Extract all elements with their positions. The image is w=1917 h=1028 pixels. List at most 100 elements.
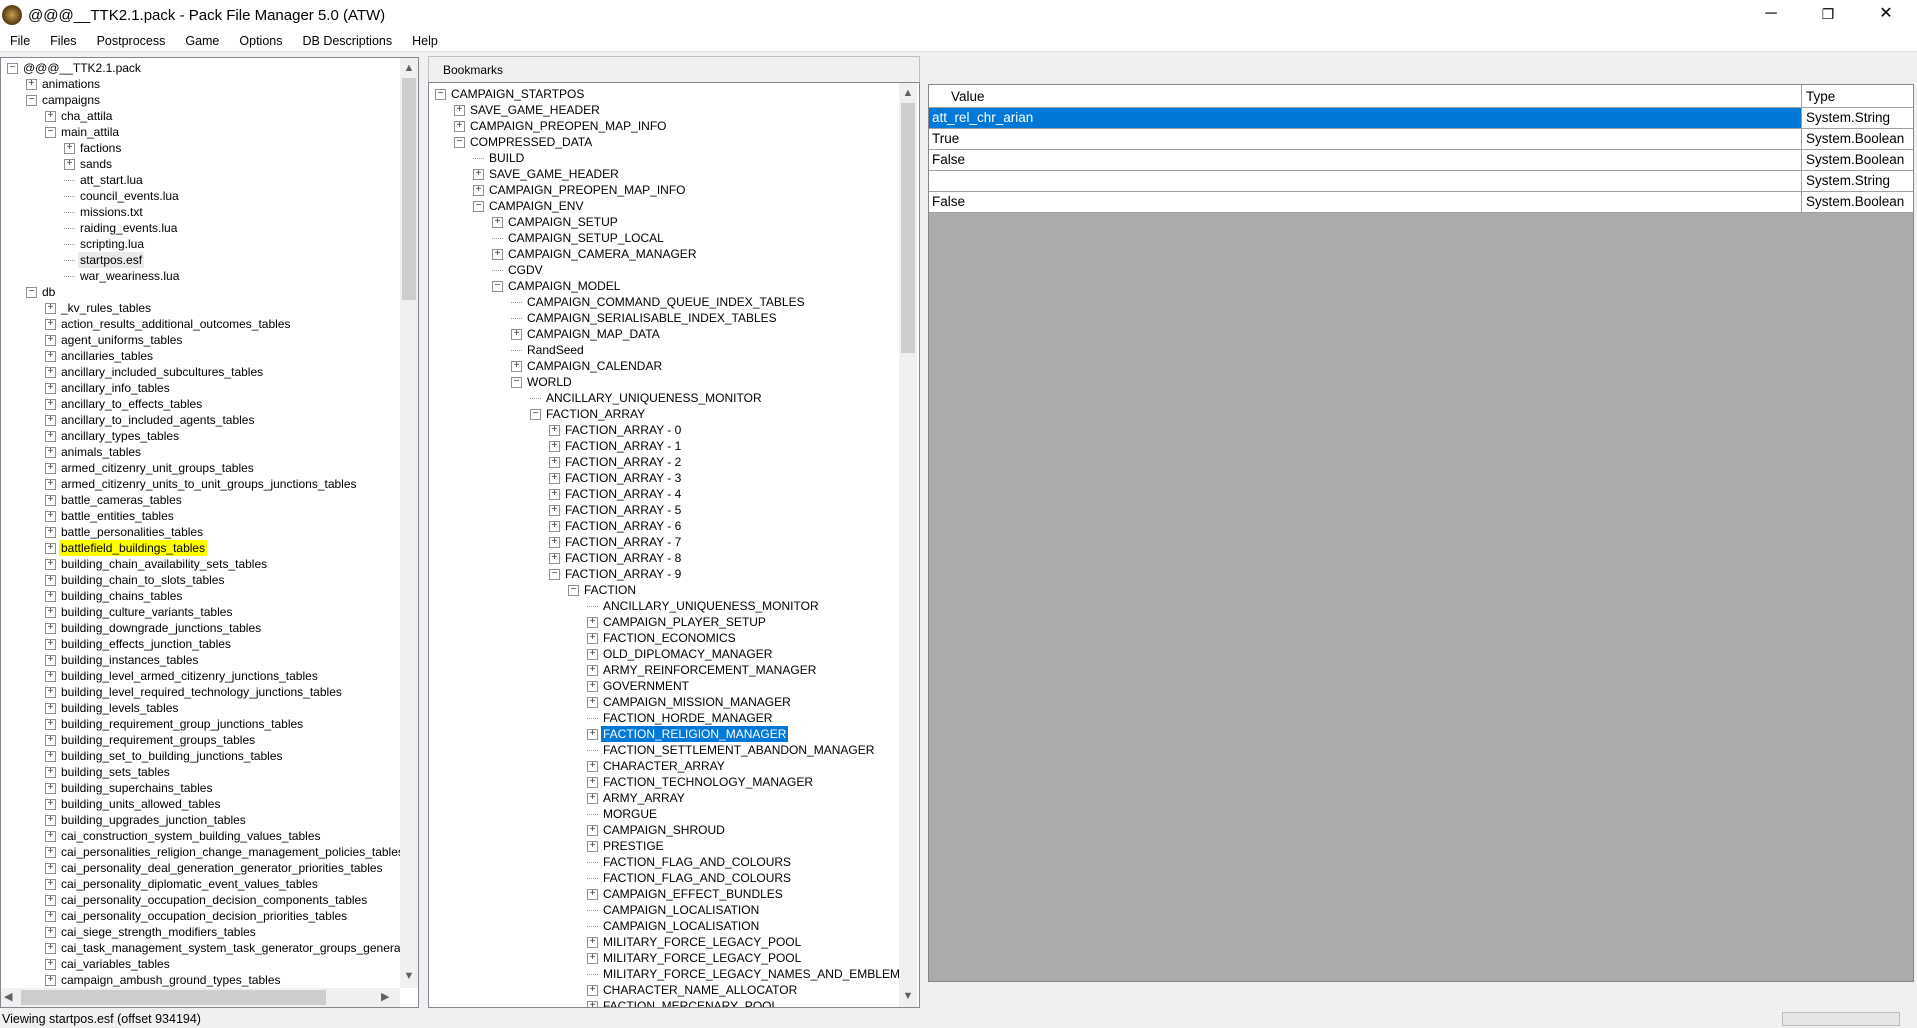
grid-row[interactable]: True System.Boolean xyxy=(929,129,1913,150)
horizontal-scroll-thumb[interactable] xyxy=(21,990,326,1005)
tree-node-label[interactable]: cai_variables_tables xyxy=(59,956,172,972)
tree-node-label[interactable]: CAMPAIGN_SETUP_LOCAL xyxy=(506,230,666,246)
tree-node-label[interactable]: ancillary_to_included_agents_tables xyxy=(59,412,256,428)
tree-node-label[interactable]: GOVERNMENT xyxy=(601,678,691,694)
expand-plus-icon[interactable]: + xyxy=(549,472,560,484)
expand-plus-icon[interactable]: + xyxy=(587,728,598,740)
expand-plus-icon[interactable]: + xyxy=(45,686,56,698)
collapse-minus-icon[interactable]: − xyxy=(568,584,579,596)
collapse-minus-icon[interactable]: − xyxy=(45,126,56,138)
tree-node[interactable]: + building_chains_tables xyxy=(45,588,184,604)
expand-plus-icon[interactable]: + xyxy=(45,574,56,586)
tree-node[interactable]: FACTION_FLAG_AND_COLOURS xyxy=(587,854,793,870)
collapse-minus-icon[interactable]: − xyxy=(26,94,37,106)
expand-plus-icon[interactable]: + xyxy=(45,622,56,634)
expand-plus-icon[interactable]: + xyxy=(45,638,56,650)
tree-node-label[interactable]: MORGUE xyxy=(601,806,659,822)
tree-node[interactable]: + building_level_required_technology_junc… xyxy=(45,684,344,700)
tree-node-label[interactable]: FACTION_ARRAY - 7 xyxy=(563,534,683,550)
tree-node-label[interactable]: _kv_rules_tables xyxy=(59,300,153,316)
tree-node-label[interactable]: CAMPAIGN_LOCALISATION xyxy=(601,918,761,934)
expand-plus-icon[interactable]: + xyxy=(45,670,56,682)
tree-node[interactable]: + cha_attila xyxy=(45,108,114,124)
expand-plus-icon[interactable]: + xyxy=(587,840,598,852)
expand-plus-icon[interactable]: + xyxy=(45,798,56,810)
tree-node-label[interactable]: factions xyxy=(78,140,123,156)
tree-node[interactable]: + cai_personality_occupation_decision_pri… xyxy=(45,908,349,924)
tree-node[interactable]: + FACTION_TECHNOLOGY_MANAGER xyxy=(587,774,815,790)
tree-node-label[interactable]: building_set_to_building_junctions_table… xyxy=(59,748,285,764)
tree-node[interactable]: − FACTION_ARRAY - 9 xyxy=(549,566,683,582)
tree-node[interactable]: + MILITARY_FORCE_LEGACY_POOL xyxy=(587,934,803,950)
grid-row[interactable]: False System.Boolean xyxy=(929,150,1913,171)
tree-node-label[interactable]: WORLD xyxy=(525,374,574,390)
tree-node[interactable]: MORGUE xyxy=(587,806,659,822)
expand-plus-icon[interactable]: + xyxy=(45,526,56,538)
tree-node-label[interactable]: building_requirement_group_junctions_tab… xyxy=(59,716,305,732)
scroll-right-arrow-icon[interactable]: ▶ xyxy=(381,990,389,1003)
expand-plus-icon[interactable]: + xyxy=(587,664,598,676)
tree-node[interactable]: + building_units_allowed_tables xyxy=(45,796,222,812)
tree-node[interactable]: startpos.esf xyxy=(64,252,145,268)
tree-node[interactable]: + building_instances_tables xyxy=(45,652,200,668)
menu-options[interactable]: Options xyxy=(229,34,292,48)
expand-plus-icon[interactable]: + xyxy=(45,366,56,378)
expand-plus-icon[interactable]: + xyxy=(587,648,598,660)
tree-node[interactable]: + building_effects_junction_tables xyxy=(45,636,233,652)
expand-plus-icon[interactable]: + xyxy=(45,814,56,826)
expand-plus-icon[interactable]: + xyxy=(549,456,560,468)
tree-node[interactable]: + FACTION_ARRAY - 4 xyxy=(549,486,683,502)
expand-plus-icon[interactable]: + xyxy=(45,958,56,970)
collapse-minus-icon[interactable]: − xyxy=(530,408,541,420)
tree-node-label[interactable]: FACTION_ARRAY xyxy=(544,406,647,422)
tree-node-label[interactable]: cai_task_management_system_task_generato… xyxy=(59,940,418,956)
scroll-down-arrow-icon[interactable]: ▼ xyxy=(899,988,917,1005)
tree-node[interactable]: + ancillary_included_subcultures_tables xyxy=(45,364,265,380)
tree-node[interactable]: + FACTION_ARRAY - 2 xyxy=(549,454,683,470)
tree-node[interactable]: − campaigns xyxy=(26,92,102,108)
expand-plus-icon[interactable]: + xyxy=(549,520,560,532)
tree-node-label[interactable]: FACTION_TECHNOLOGY_MANAGER xyxy=(601,774,815,790)
menu-files[interactable]: Files xyxy=(40,34,86,48)
tree-node[interactable]: ANCILLARY_UNIQUENESS_MONITOR xyxy=(530,390,764,406)
expand-plus-icon[interactable]: + xyxy=(549,552,560,564)
header-type[interactable]: Type xyxy=(1803,85,1913,107)
tree-node-label[interactable]: CAMPAIGN_CAMERA_MANAGER xyxy=(506,246,698,262)
tree-node[interactable]: + factions xyxy=(64,140,123,156)
tree-node-label[interactable]: animals_tables xyxy=(59,444,143,460)
tree-node-label[interactable]: ancillary_info_tables xyxy=(59,380,172,396)
tree-node[interactable]: + building_chain_to_slots_tables xyxy=(45,572,226,588)
tree-node-label[interactable]: building_chains_tables xyxy=(59,588,184,604)
tree-node-label[interactable]: startpos.esf xyxy=(78,252,145,268)
tree-node[interactable]: CAMPAIGN_COMMAND_QUEUE_INDEX_TABLES xyxy=(511,294,807,310)
tree-node[interactable]: + ARMY_REINFORCEMENT_MANAGER xyxy=(587,662,818,678)
tree-node-label[interactable]: ancillary_to_effects_tables xyxy=(59,396,204,412)
tree-node-label[interactable]: ancillaries_tables xyxy=(59,348,155,364)
collapse-minus-icon[interactable]: − xyxy=(511,376,522,388)
expand-plus-icon[interactable]: + xyxy=(45,318,56,330)
menu-db-descriptions[interactable]: DB Descriptions xyxy=(292,34,402,48)
expand-plus-icon[interactable]: + xyxy=(45,942,56,954)
maximize-button[interactable]: ❐ xyxy=(1800,0,1856,30)
tree-node[interactable]: + FACTION_ARRAY - 8 xyxy=(549,550,683,566)
tree-node-label[interactable]: building_level_required_technology_junct… xyxy=(59,684,344,700)
tree-node[interactable]: council_events.lua xyxy=(64,188,181,204)
tree-node[interactable]: + ancillary_to_effects_tables xyxy=(45,396,204,412)
tree-node-label[interactable]: battle_cameras_tables xyxy=(59,492,184,508)
tree-node[interactable]: ANCILLARY_UNIQUENESS_MONITOR xyxy=(587,598,821,614)
expand-plus-icon[interactable]: + xyxy=(587,1000,598,1007)
tree-node[interactable]: + cai_siege_strength_modifiers_tables xyxy=(45,924,258,940)
value-cell[interactable]: True xyxy=(929,129,1802,149)
tree-node[interactable]: − db xyxy=(26,284,57,300)
tree-node[interactable]: att_start.lua xyxy=(64,172,145,188)
tree-node-label[interactable]: CAMPAIGN_PREOPEN_MAP_INFO xyxy=(487,182,688,198)
value-cell[interactable]: att_rel_chr_arian xyxy=(929,108,1802,128)
tree-node[interactable]: + animations xyxy=(26,76,102,92)
tree-node[interactable]: FACTION_HORDE_MANAGER xyxy=(587,710,774,726)
tree-node[interactable]: − FACTION_ARRAY xyxy=(530,406,647,422)
esf-tree-vertical-scrollbar[interactable]: ▲ ▼ xyxy=(899,83,917,1007)
esf-node-tree[interactable]: − CAMPAIGN_STARTPOS + SAVE_GAME_HEADER + CAMP… xyxy=(428,82,920,1008)
tree-node-label[interactable]: FACTION_ARRAY - 8 xyxy=(563,550,683,566)
tree-node-label[interactable]: FACTION_FLAG_AND_COLOURS xyxy=(601,870,793,886)
tree-node-label[interactable]: war_weariness.lua xyxy=(78,268,181,284)
